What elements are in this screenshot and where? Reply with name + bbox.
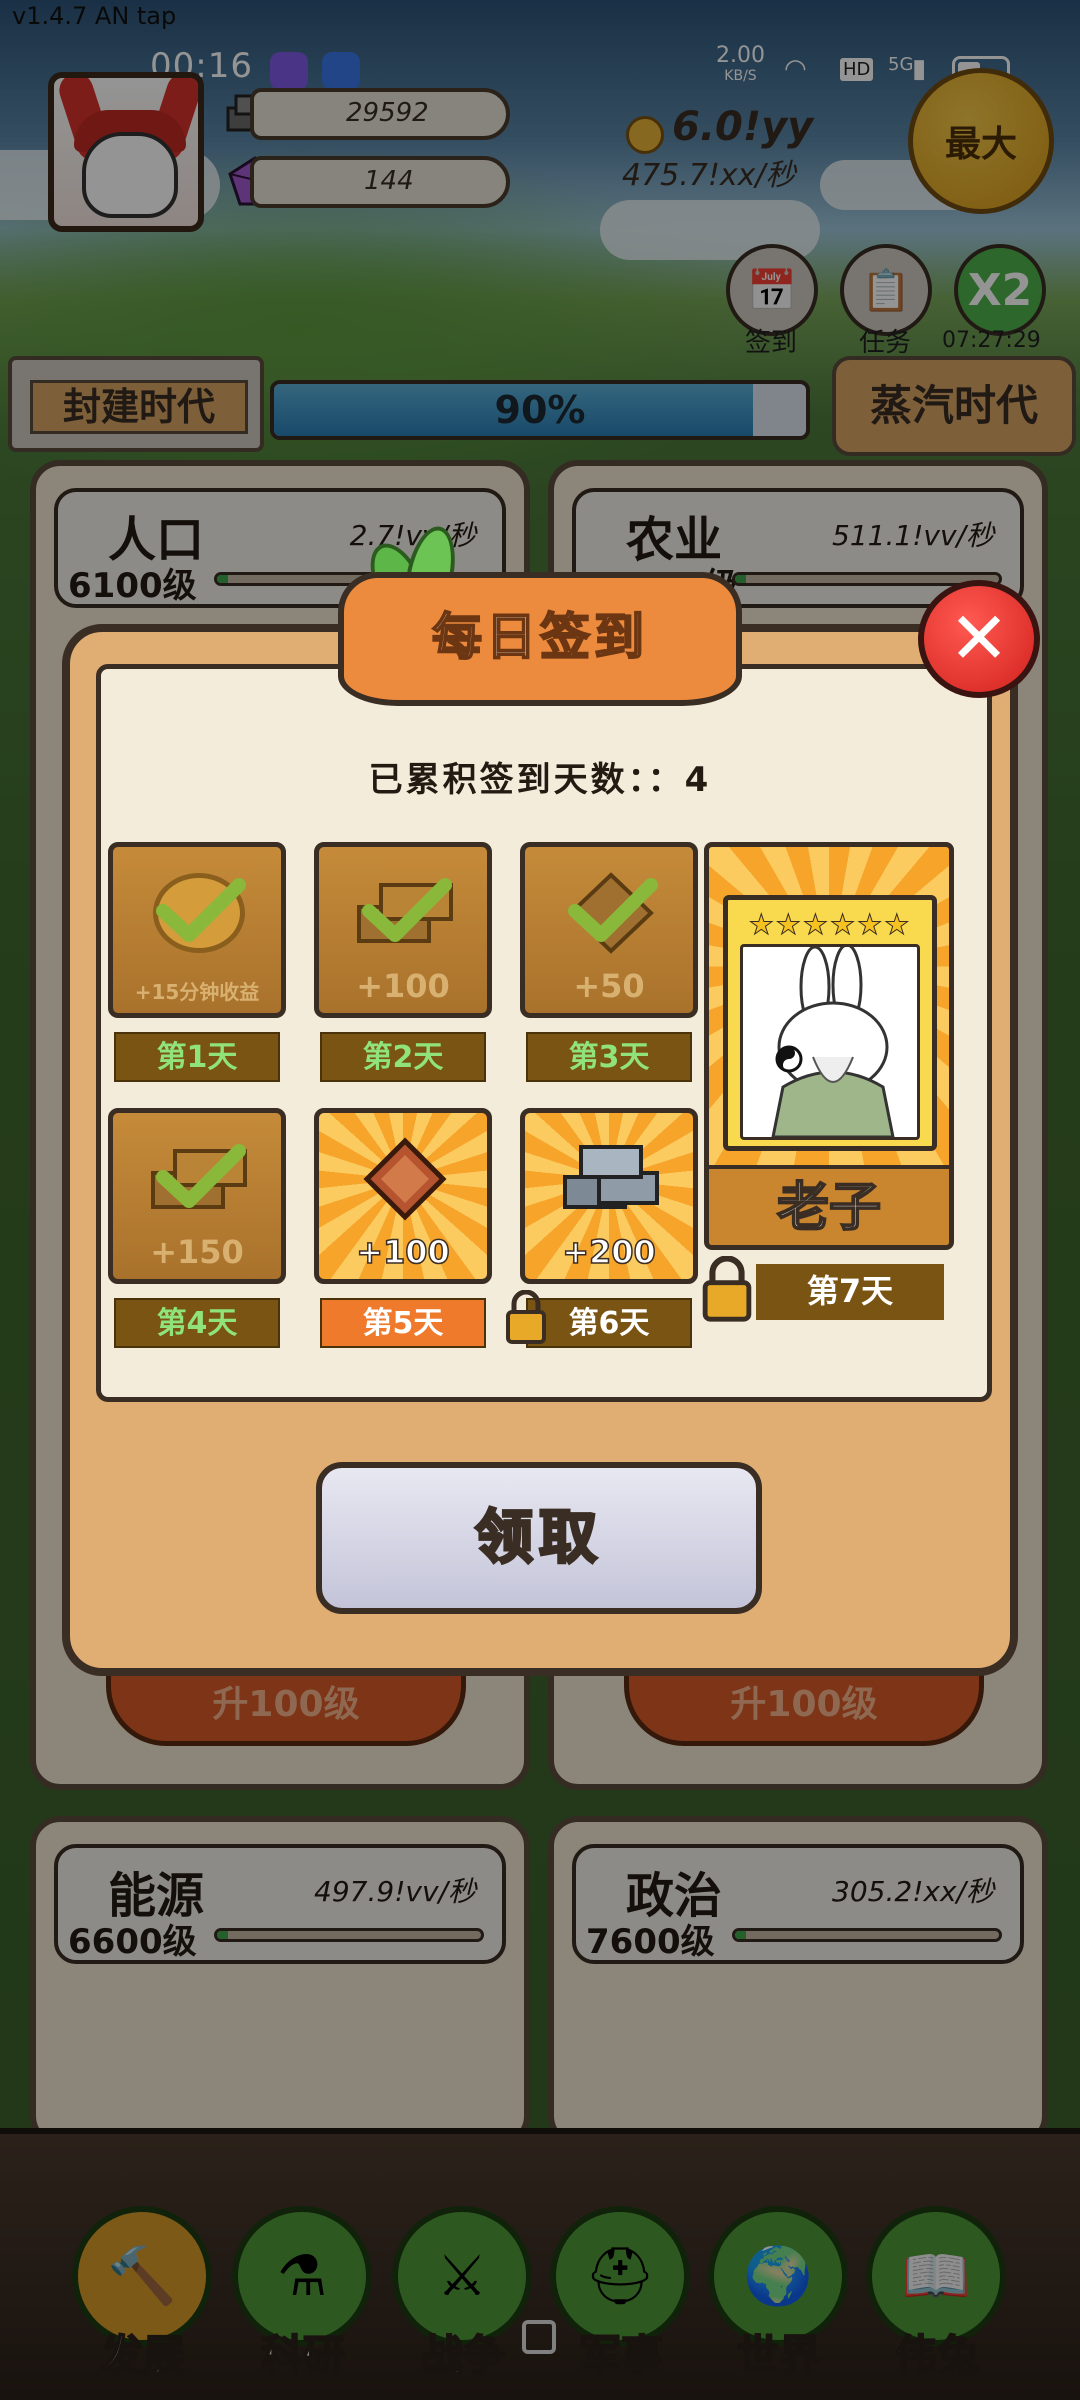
day-6-label: 第6天 (526, 1298, 692, 1348)
day-reward: +50 (573, 967, 645, 1005)
checkmark-icon (362, 878, 452, 942)
day-reward: +200 (561, 1232, 656, 1272)
hero-name: 老子 (709, 1165, 949, 1245)
day-reward: +100 (356, 967, 450, 1005)
hero-stars: ★★★★★★ (748, 908, 912, 942)
day-5-label: 第5天 (320, 1298, 486, 1348)
checkmark-icon (156, 878, 246, 942)
day-7-label: 第7天 (756, 1264, 944, 1320)
hero-portrait (740, 944, 920, 1140)
day-1-label: 第1天 (114, 1032, 280, 1082)
day-reward: +15分钟收益 (134, 980, 260, 1004)
day-4-tile[interactable]: +150 (108, 1108, 286, 1284)
gem-icon (363, 1137, 447, 1221)
day-7-hero-card[interactable]: ★★★★★★ 老子 (704, 842, 954, 1250)
day-4-label: 第4天 (114, 1298, 280, 1348)
day-reward: +100 (355, 1232, 450, 1272)
day-2-label: 第2天 (320, 1032, 486, 1082)
day-3-label: 第3天 (526, 1032, 692, 1082)
hero-frame: ★★★★★★ (723, 895, 937, 1151)
claim-button[interactable]: 领取 (316, 1462, 762, 1614)
day-2-tile[interactable]: +100 (314, 842, 492, 1018)
day-6-tile[interactable]: +200 (520, 1108, 698, 1284)
day-1-tile[interactable]: +15分钟收益 (108, 842, 286, 1018)
checkmark-icon (568, 878, 658, 942)
checkmark-icon (156, 1144, 246, 1208)
day-3-tile[interactable]: +50 (520, 842, 698, 1018)
lock-icon (702, 1256, 752, 1322)
day-reward: +150 (150, 1233, 244, 1271)
lock-icon (506, 1290, 546, 1344)
ingot-stack-icon (563, 1145, 659, 1209)
cumulative-days-label: 已累积签到天数：：4 (368, 760, 712, 800)
dialog-title: 每日签到 (338, 572, 742, 706)
rabbit-sage-icon (771, 947, 895, 1137)
day-5-tile[interactable]: +100 (314, 1108, 492, 1284)
close-button[interactable]: ✕ (918, 580, 1040, 698)
